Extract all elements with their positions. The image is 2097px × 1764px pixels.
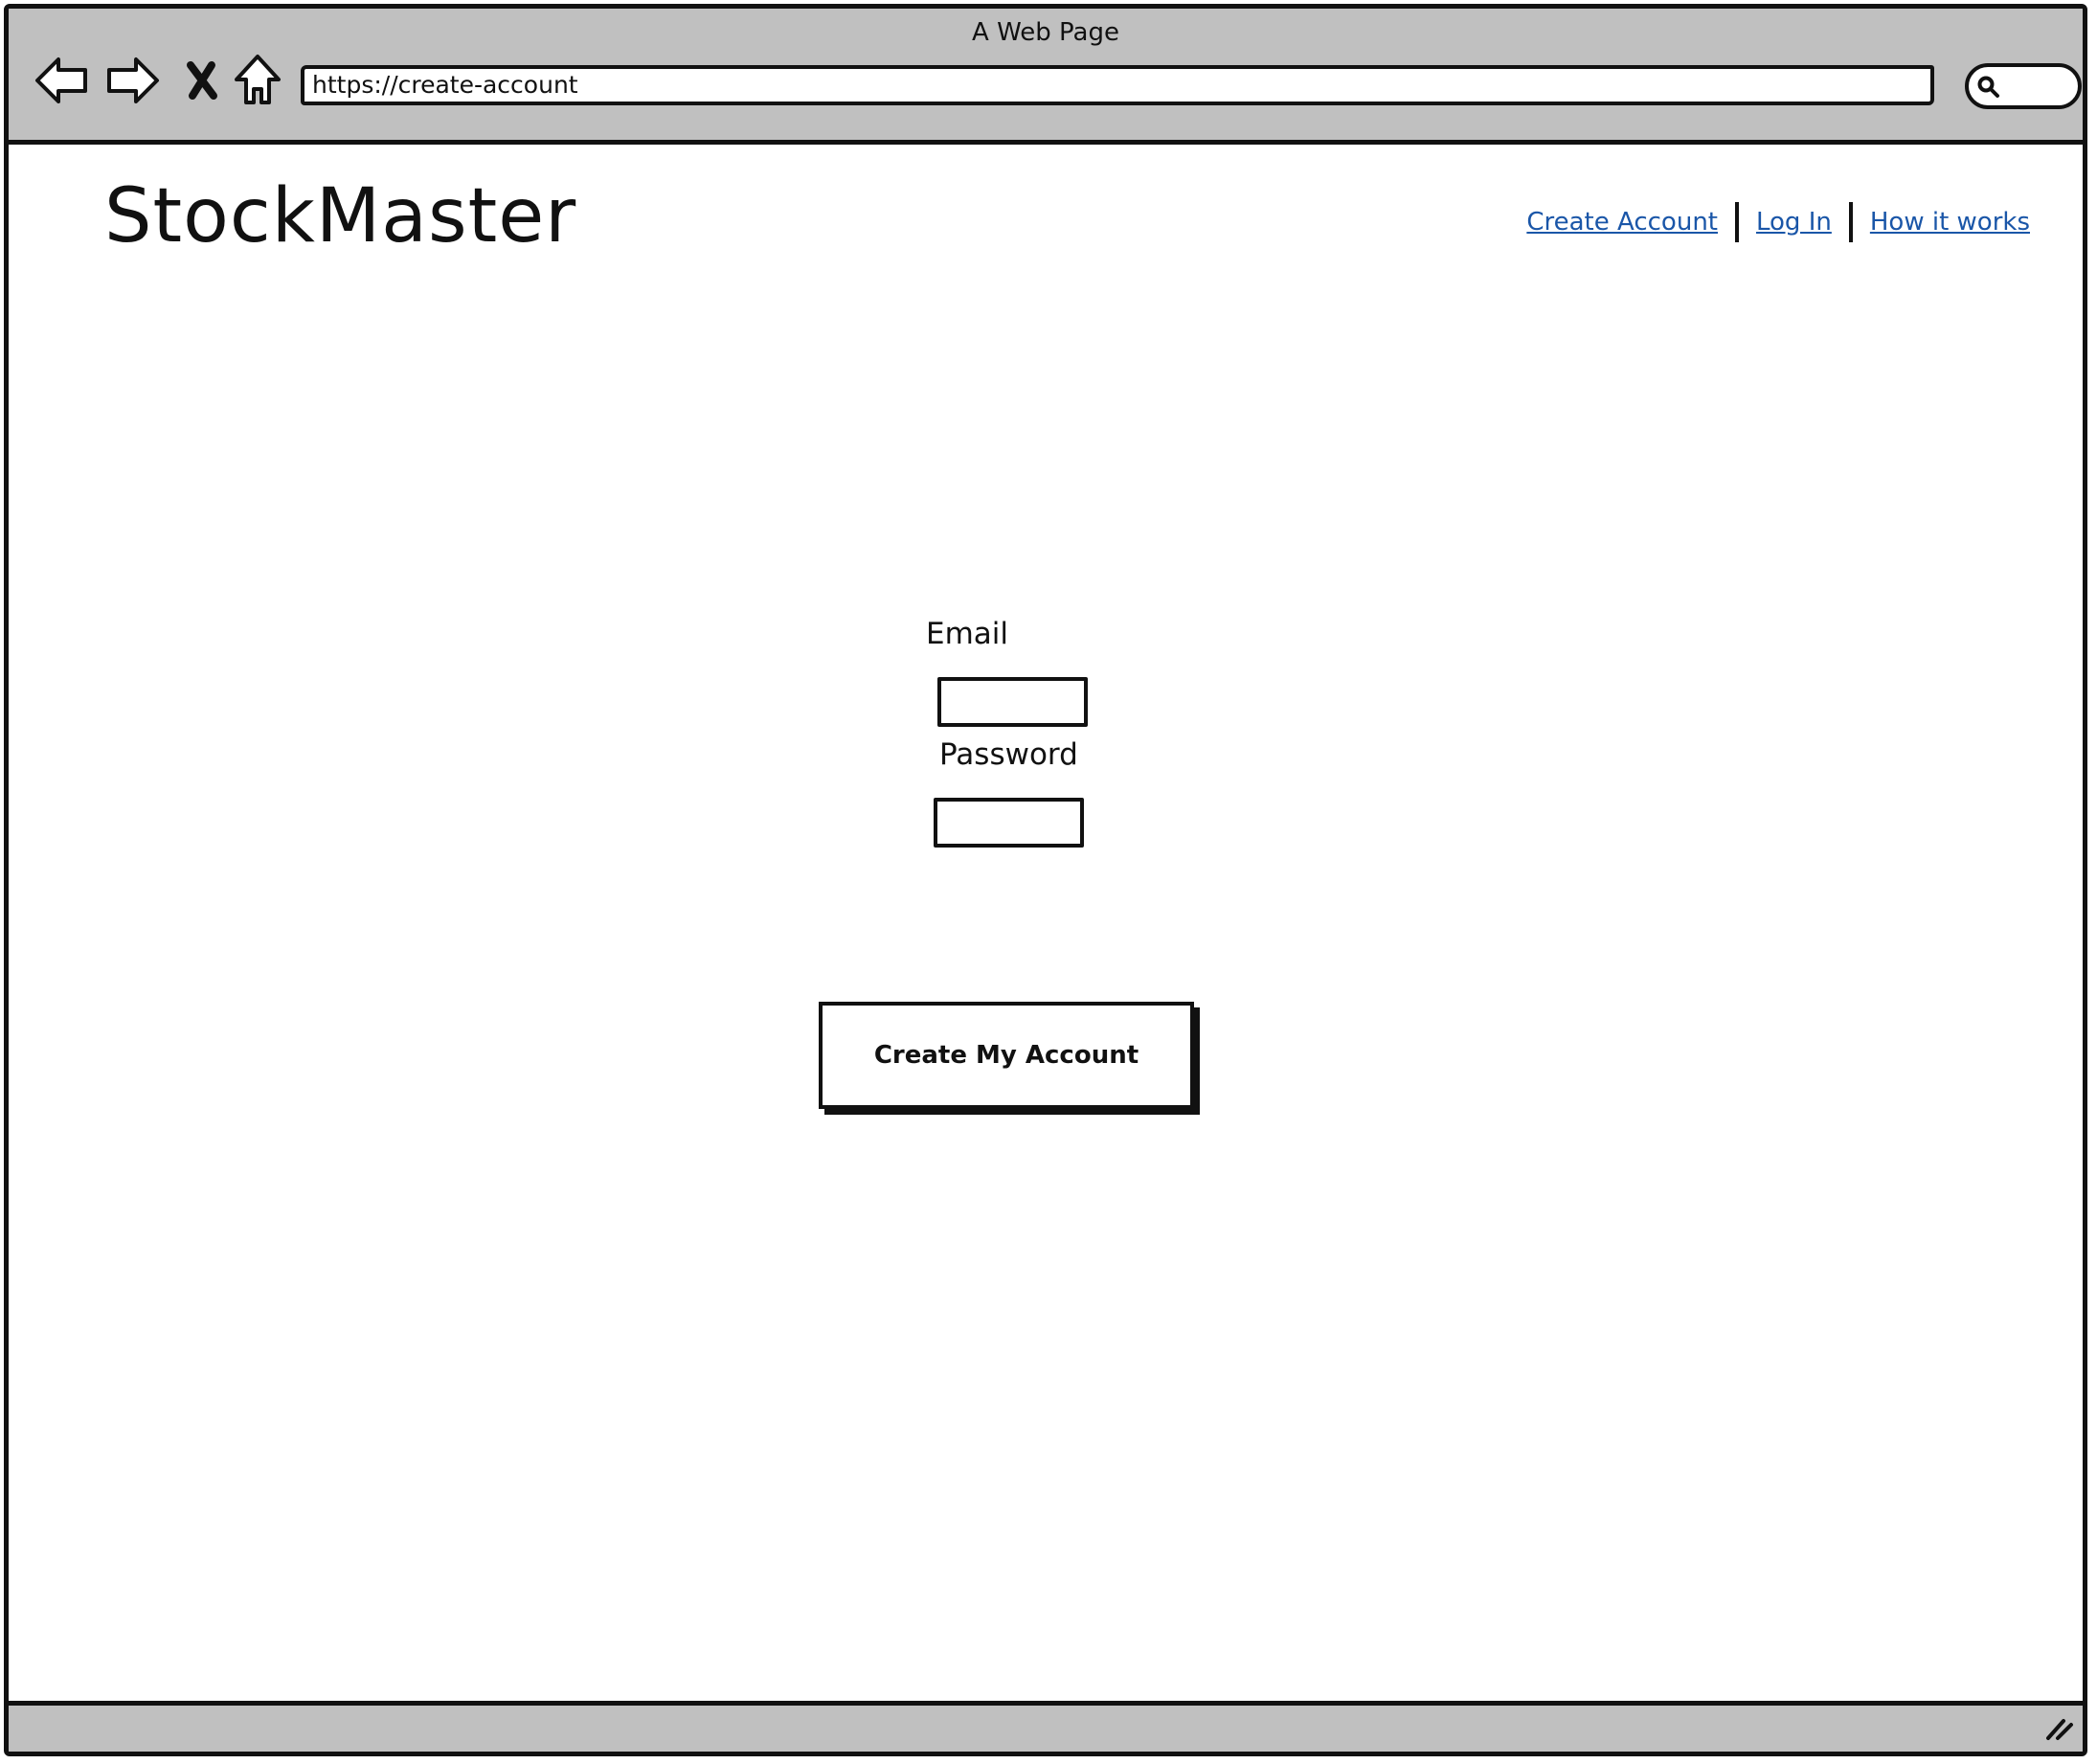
- email-field[interactable]: [937, 677, 1088, 727]
- site-logo: StockMaster: [104, 173, 577, 260]
- nav-link-create-account[interactable]: Create Account: [1526, 208, 1718, 237]
- home-icon: [233, 53, 282, 108]
- browser-search-field[interactable]: [1965, 63, 2082, 109]
- back-arrow-icon: [34, 55, 89, 106]
- top-nav: Create Account Log In How it works: [1526, 202, 2030, 242]
- close-icon: [183, 59, 221, 102]
- forward-arrow-icon: [105, 55, 161, 106]
- window-title: A Web Page: [972, 18, 1119, 47]
- email-label: Email: [926, 617, 1009, 651]
- page-content: StockMaster Create Account Log In How it…: [9, 145, 2083, 1715]
- resize-grip-icon[interactable]: [2042, 1713, 2075, 1746]
- nav-divider: [1735, 202, 1739, 242]
- nav-link-how-it-works[interactable]: How it works: [1870, 208, 2030, 237]
- home-button[interactable]: [229, 52, 286, 109]
- password-label: Password: [939, 737, 1078, 772]
- nav-divider: [1848, 202, 1853, 242]
- create-my-account-button[interactable]: Create My Account: [819, 1002, 1194, 1109]
- forward-button[interactable]: [104, 52, 162, 109]
- browser-toolbar: A Web Page https://create-account: [9, 9, 2083, 145]
- password-field[interactable]: [934, 798, 1084, 848]
- browser-window: A Web Page https://create-account StockM…: [4, 4, 2087, 1756]
- browser-status-bar: [9, 1701, 2083, 1752]
- nav-link-log-in[interactable]: Log In: [1756, 208, 1832, 237]
- url-bar[interactable]: https://create-account: [301, 65, 1934, 105]
- stop-button[interactable]: [173, 52, 231, 109]
- back-button[interactable]: [33, 52, 90, 109]
